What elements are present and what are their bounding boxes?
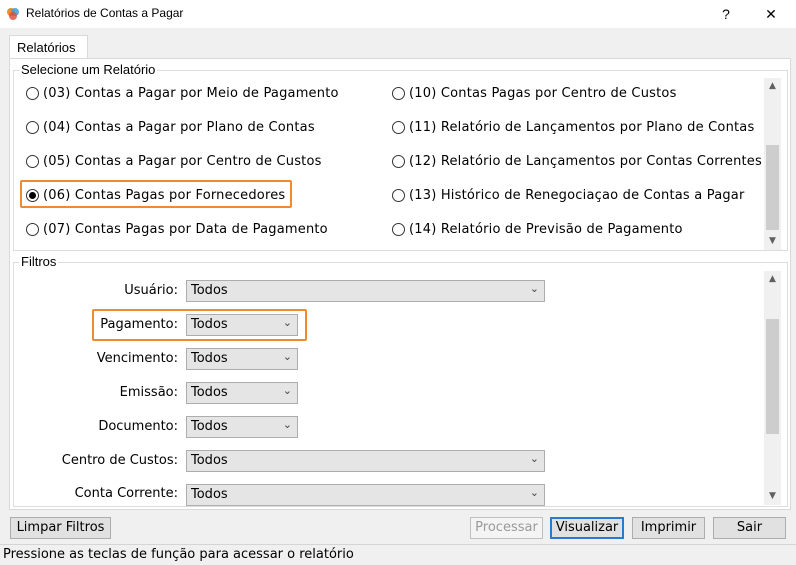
pagamento-select[interactable]: Todos ⌄ xyxy=(186,314,298,336)
radio-label: (05) Contas a Pagar por Centro de Custos xyxy=(43,153,322,169)
scroll-up-icon[interactable]: ▲ xyxy=(764,271,781,288)
exit-button[interactable]: Sair xyxy=(713,517,786,539)
radio-button-checked[interactable] xyxy=(26,188,39,202)
radio-button[interactable] xyxy=(392,154,405,168)
select-value: Todos xyxy=(191,283,228,298)
centro-de-custos-label: Centro de Custos: xyxy=(61,453,178,468)
select-value: Todos xyxy=(191,385,228,400)
radio-label: (14) Relatório de Previsão de Pagamento xyxy=(409,221,683,237)
chevron-down-icon: ⌄ xyxy=(282,384,292,397)
title-bar: Relatórios de Contas a Pagar ? ✕ xyxy=(0,0,796,28)
scroll-down-icon[interactable]: ▼ xyxy=(764,233,781,250)
radio-label: (13) Histórico de Renegociaçao de Contas… xyxy=(409,187,745,203)
scrollbar-thumb[interactable] xyxy=(766,319,779,434)
radio-label: (06) Contas Pagas por Fornecedores xyxy=(43,187,286,203)
radio-report-13[interactable]: (13) Histórico de Renegociaçao de Contas… xyxy=(392,185,745,205)
emissao-label: Emissão: xyxy=(119,385,178,400)
radio-report-05[interactable]: (05) Contas a Pagar por Centro de Custos xyxy=(26,151,322,171)
chevron-down-icon: ⌄ xyxy=(282,316,292,329)
reports-scrollbar[interactable]: ▲ ▼ xyxy=(764,78,781,250)
documento-label: Documento: xyxy=(98,419,178,434)
radio-report-10[interactable]: (10) Contas Pagas por Centro de Custos xyxy=(392,83,677,103)
emissao-select[interactable]: Todos ⌄ xyxy=(186,382,298,404)
radio-button[interactable] xyxy=(26,120,39,134)
radio-label: (10) Contas Pagas por Centro de Custos xyxy=(409,85,677,101)
documento-select[interactable]: Todos ⌄ xyxy=(186,416,298,438)
radio-report-04[interactable]: (04) Contas a Pagar por Plano de Contas xyxy=(26,117,315,137)
radio-button[interactable] xyxy=(26,222,39,236)
conta-corrente-label: Conta Corrente: xyxy=(74,486,178,501)
filters-scrollbar[interactable]: ▲ ▼ xyxy=(764,271,781,505)
radio-report-06[interactable]: (06) Contas Pagas por Fornecedores xyxy=(26,185,285,205)
radio-report-12[interactable]: (12) Relatório de Lançamentos por Contas… xyxy=(392,151,762,171)
radio-button[interactable] xyxy=(392,188,405,202)
radio-label: (07) Contas Pagas por Data de Pagamento xyxy=(43,221,328,237)
radio-report-11[interactable]: (11) Relatório de Lançamentos por Plano … xyxy=(392,117,754,137)
tab-panel: Selecione um Relatório (03) Contas a Pag… xyxy=(9,58,791,510)
print-button[interactable]: Imprimir xyxy=(632,517,705,539)
radio-button[interactable] xyxy=(26,86,39,100)
filters-group-legend: Filtros xyxy=(19,254,59,269)
help-button[interactable]: ? xyxy=(706,0,746,28)
scrollbar-thumb[interactable] xyxy=(766,145,779,230)
app-logo-icon xyxy=(7,8,19,20)
chevron-down-icon: ⌄ xyxy=(529,282,539,295)
status-text: Pressione as teclas de função para acess… xyxy=(3,547,354,562)
clear-filters-button[interactable]: Limpar Filtros xyxy=(10,517,111,539)
chevron-down-icon: ⌄ xyxy=(282,350,292,363)
select-value: Todos xyxy=(191,317,228,332)
select-value: Todos xyxy=(191,419,228,434)
process-button[interactable]: Processar xyxy=(470,517,543,539)
radio-label: (03) Contas a Pagar por Meio de Pagament… xyxy=(43,85,339,101)
usuario-select[interactable]: Todos ⌄ xyxy=(186,280,545,302)
radio-button[interactable] xyxy=(26,154,39,168)
radio-report-03[interactable]: (03) Contas a Pagar por Meio de Pagament… xyxy=(26,83,339,103)
conta-corrente-select[interactable]: Todos ⌄ xyxy=(186,484,545,506)
radio-label: (04) Contas a Pagar por Plano de Contas xyxy=(43,119,315,135)
radio-report-07[interactable]: (07) Contas Pagas por Data de Pagamento xyxy=(26,219,328,239)
radio-label: (12) Relatório de Lançamentos por Contas… xyxy=(409,153,762,169)
select-value: Todos xyxy=(191,453,228,468)
select-value: Todos xyxy=(191,487,228,502)
reports-group-legend: Selecione um Relatório xyxy=(19,62,158,77)
chevron-down-icon: ⌄ xyxy=(529,452,539,465)
radio-button[interactable] xyxy=(392,222,405,236)
usuario-label: Usuário: xyxy=(124,283,178,298)
radio-button[interactable] xyxy=(392,120,405,134)
radio-report-14[interactable]: (14) Relatório de Previsão de Pagamento xyxy=(392,219,683,239)
vencimento-select[interactable]: Todos ⌄ xyxy=(186,348,298,370)
scroll-down-icon[interactable]: ▼ xyxy=(764,488,781,505)
status-bar: Pressione as teclas de função para acess… xyxy=(0,544,796,565)
window-title: Relatórios de Contas a Pagar xyxy=(26,6,184,20)
vencimento-label: Vencimento: xyxy=(96,351,178,366)
view-button[interactable]: Visualizar xyxy=(550,517,624,539)
select-value: Todos xyxy=(191,351,228,366)
centro-de-custos-select[interactable]: Todos ⌄ xyxy=(186,450,545,472)
scroll-up-icon[interactable]: ▲ xyxy=(764,78,781,95)
pagamento-label: Pagamento: xyxy=(100,317,178,332)
tab-relatorios[interactable]: Relatórios xyxy=(9,35,88,59)
chevron-down-icon: ⌄ xyxy=(282,418,292,431)
radio-button[interactable] xyxy=(392,86,405,100)
chevron-down-icon: ⌄ xyxy=(529,486,539,499)
radio-label: (11) Relatório de Lançamentos por Plano … xyxy=(409,119,755,135)
close-button[interactable]: ✕ xyxy=(751,0,791,28)
